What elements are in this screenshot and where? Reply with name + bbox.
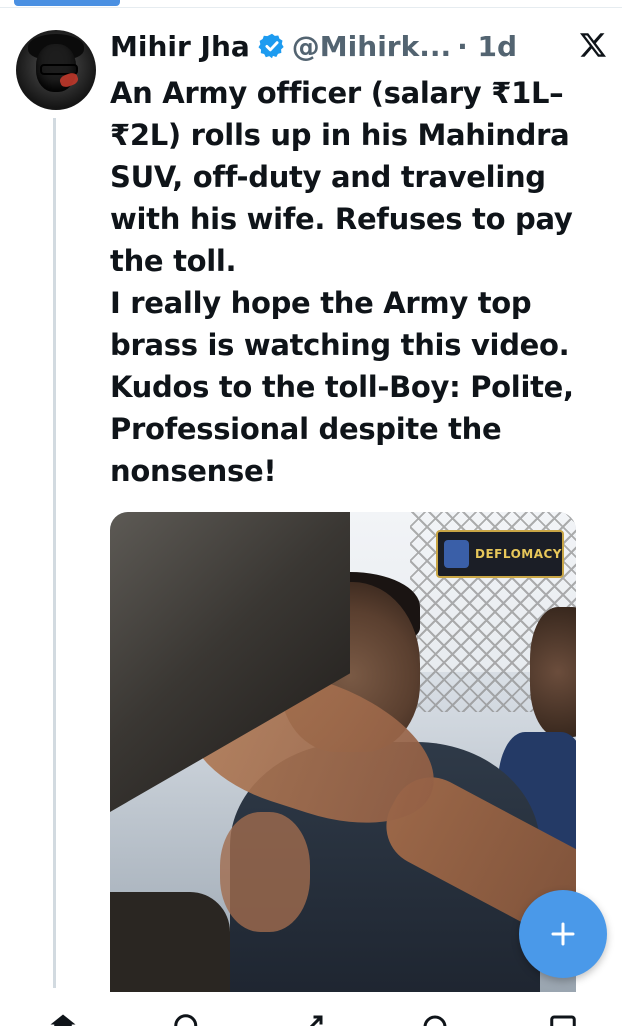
author-handle[interactable]: @Mihirk...: [292, 30, 451, 63]
compose-button[interactable]: [519, 890, 607, 978]
timestamp[interactable]: · 1d: [457, 30, 517, 63]
divider: [0, 7, 622, 8]
watermark-logo-icon: [444, 540, 469, 568]
video-hand-secondary: [220, 812, 310, 932]
tweet-text-line: An Army officer (salary ₹1L–₹2L) rolls u…: [110, 76, 573, 278]
avatar[interactable]: [16, 30, 96, 110]
video-car-dash: [110, 892, 230, 992]
watermark-text: DEFLOMACY: [475, 547, 562, 561]
plus-icon: [551, 922, 575, 946]
x-logo-icon[interactable]: [578, 28, 608, 62]
verified-badge-icon: [258, 33, 284, 59]
x-logo-icon-svg: [580, 33, 606, 57]
video-person-secondary: [530, 607, 576, 737]
tweet-text: An Army officer (salary ₹1L–₹2L) rolls u…: [110, 72, 610, 492]
tweet-text-line: I really hope the Army top brass is watc…: [110, 286, 570, 362]
tab-indicator: [14, 0, 120, 6]
tweet-text-line: Kudos to the toll-Boy: Polite, Professio…: [110, 370, 574, 488]
tweet-header: Mihir Jha @Mihirk... · 1d: [110, 26, 517, 66]
thread-line: [53, 118, 56, 988]
author-name[interactable]: Mihir Jha: [110, 30, 250, 63]
video-watermark: DEFLOMACY: [436, 530, 564, 578]
tweet-video[interactable]: DEFLOMACY: [110, 512, 576, 992]
